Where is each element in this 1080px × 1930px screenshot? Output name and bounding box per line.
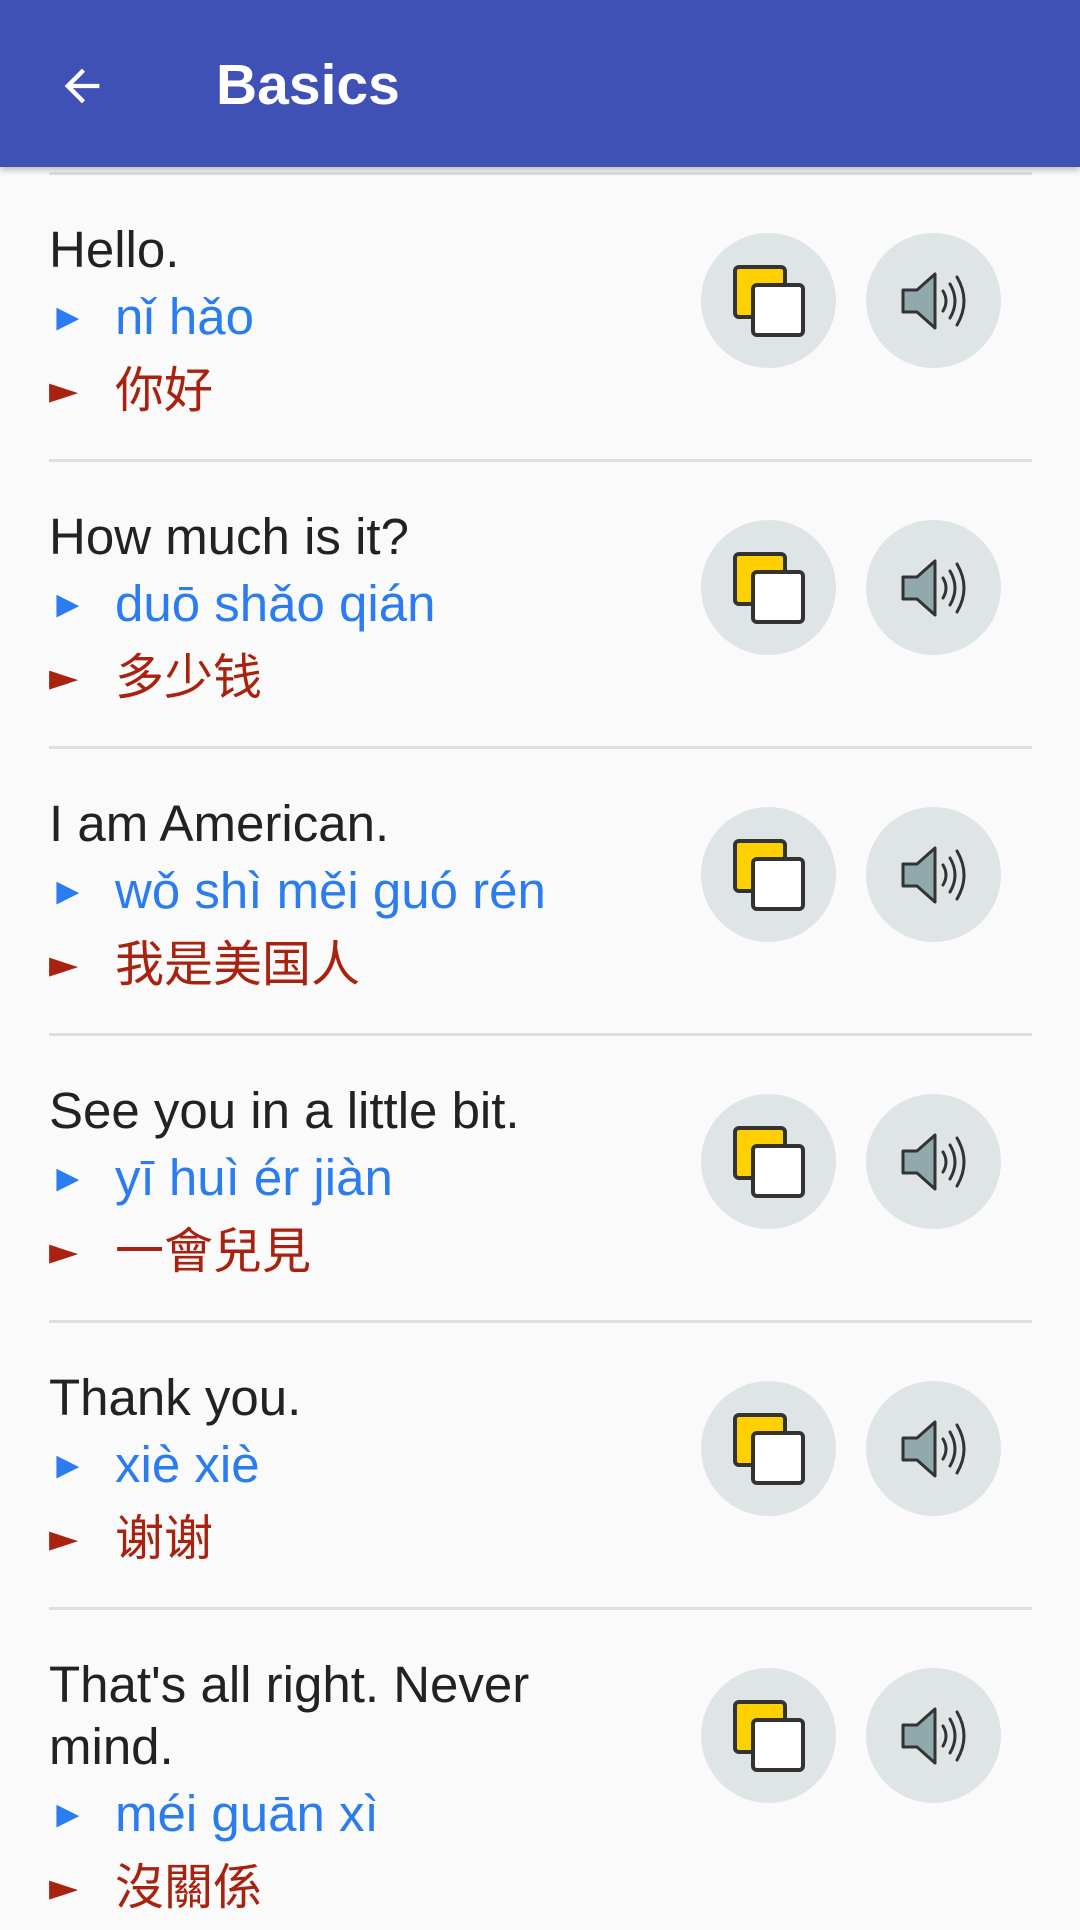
copy-icon: [732, 1412, 805, 1485]
phrase-pinyin: ► méi guān xì: [49, 1778, 609, 1851]
play-marker: ►: [49, 1229, 79, 1273]
phrase-row: How much is it? ► duō shǎo qián ► 多少钱: [0, 462, 1080, 749]
phrase-text: Hello. ► nǐ hǎo ► 你好: [49, 219, 649, 427]
phrase-row: I am American. ► wǒ shì měi guó rén ► 我是美国…: [0, 749, 1080, 1036]
phrase-text: I am American. ► wǒ shì měi guó rén ► 我是美国…: [49, 793, 649, 1001]
phrase-text: How much is it? ► duō shǎo qián ► 多少钱: [49, 506, 649, 714]
phrase-pinyin: ► yī huì ér jiàn: [49, 1142, 649, 1215]
speaker-icon: [901, 846, 965, 903]
phrase-english: See you in a little bit.: [49, 1082, 520, 1139]
copy-icon: [732, 264, 805, 337]
phrase-hanzi: ► 我是美国人: [49, 928, 649, 1001]
speak-button[interactable]: [866, 233, 1001, 368]
phrase-text: Thank you. ► xiè xiè ► 谢谢: [49, 1367, 649, 1575]
phrase-text: That's all right. Never mind. ► méi guān …: [49, 1654, 609, 1924]
speaker-icon: [901, 1420, 965, 1477]
phrase-hanzi: ► 谢谢: [49, 1502, 649, 1575]
copy-button[interactable]: [701, 807, 836, 942]
phrase-english: I am American.: [49, 795, 390, 852]
phrase-hanzi: ► 一會兒見: [49, 1215, 649, 1288]
phrase-pinyin: ► duō shǎo qián: [49, 568, 649, 641]
play-marker: ►: [49, 584, 87, 626]
phrase-row: See you in a little bit. ► yī huì ér jiàn…: [0, 1036, 1080, 1323]
speak-button[interactable]: [866, 1094, 1001, 1229]
copy-icon: [732, 1699, 805, 1772]
app-bar: Basics: [0, 0, 1080, 167]
speak-button[interactable]: [866, 520, 1001, 655]
speak-button[interactable]: [866, 807, 1001, 942]
phrase-english: That's all right. Never mind.: [49, 1656, 530, 1775]
speaker-icon: [901, 1707, 965, 1764]
speaker-icon: [901, 1133, 965, 1190]
arrow-back-icon: [64, 68, 100, 104]
phrase-pinyin: ► xiè xiè: [49, 1429, 649, 1502]
copy-icon: [732, 838, 805, 911]
phrase-row: Hello. ► nǐ hǎo ► 你好: [0, 175, 1080, 462]
play-marker: ►: [49, 297, 87, 339]
play-marker: ►: [49, 1445, 87, 1487]
phrase-english: Thank you.: [49, 1369, 302, 1426]
copy-icon: [732, 1125, 805, 1198]
speak-button[interactable]: [866, 1668, 1001, 1803]
copy-icon: [732, 551, 805, 624]
phrase-hanzi: ► 你好: [49, 354, 649, 427]
play-marker: ►: [49, 1865, 79, 1909]
speaker-icon: [901, 559, 965, 616]
speak-button[interactable]: [866, 1381, 1001, 1516]
copy-button[interactable]: [701, 520, 836, 655]
play-marker: ►: [49, 1794, 87, 1836]
copy-button[interactable]: [701, 1381, 836, 1516]
phrase-row: That's all right. Never mind. ► méi guān …: [0, 1610, 1080, 1930]
phrase-english: How much is it?: [49, 508, 409, 565]
play-marker: ►: [49, 368, 79, 412]
phrase-hanzi: ► 沒關係: [49, 1851, 609, 1924]
phrase-pinyin: ► wǒ shì měi guó rén: [49, 855, 649, 928]
phrase-pinyin: ► nǐ hǎo: [49, 281, 649, 354]
play-marker: ►: [49, 655, 79, 699]
copy-button[interactable]: [701, 1094, 836, 1229]
play-marker: ►: [49, 871, 87, 913]
play-marker: ►: [49, 1516, 79, 1560]
copy-button[interactable]: [701, 233, 836, 368]
play-marker: ►: [49, 1158, 87, 1200]
phrase-text: See you in a little bit. ► yī huì ér jiàn…: [49, 1080, 649, 1288]
copy-button[interactable]: [701, 1668, 836, 1803]
back-button[interactable]: [40, 44, 124, 128]
phrase-row: Thank you. ► xiè xiè ► 谢谢: [0, 1323, 1080, 1610]
speaker-icon: [901, 272, 965, 329]
phrase-hanzi: ► 多少钱: [49, 641, 649, 714]
play-marker: ►: [49, 942, 79, 986]
page-title: Basics: [216, 53, 400, 117]
phrase-english: Hello.: [49, 221, 180, 278]
